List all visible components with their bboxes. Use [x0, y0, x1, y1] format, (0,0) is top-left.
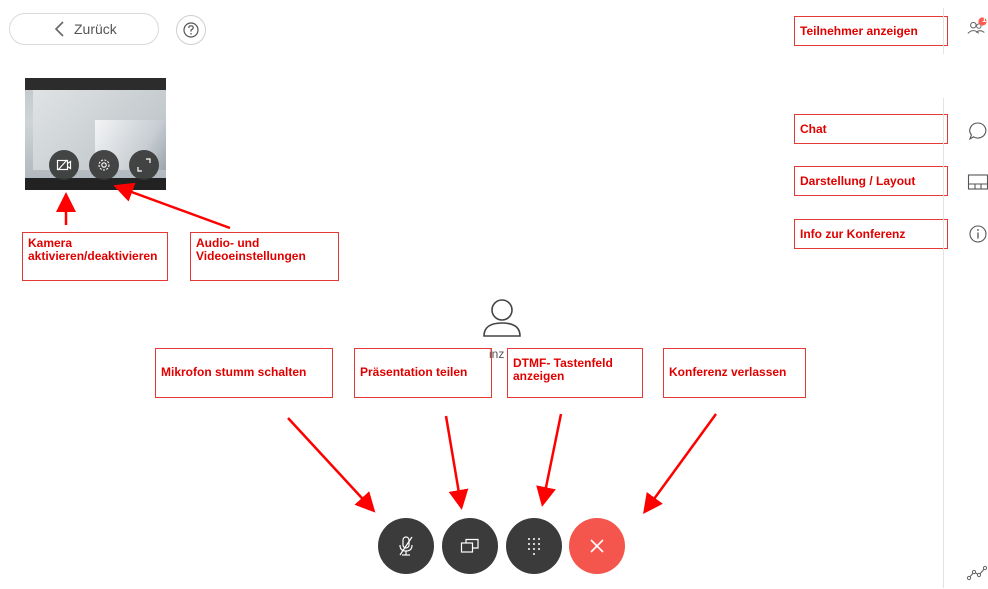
layout-icon	[967, 174, 988, 190]
keypad-icon	[528, 538, 540, 555]
arrow-av-settings	[113, 182, 231, 230]
statistics-icon	[966, 565, 988, 581]
expand-icon	[137, 158, 151, 172]
annotation-presentation: Präsentation teilen	[354, 348, 492, 398]
microphone-off-icon	[399, 536, 413, 556]
av-settings-button[interactable]	[89, 150, 119, 180]
share-screen-icon	[460, 538, 479, 553]
annotation-av-settings: Audio- und Videoeinstellungen	[190, 232, 339, 281]
fullscreen-button[interactable]	[129, 150, 159, 180]
annotation-info: Info zur Konferenz	[794, 219, 948, 249]
layout-button[interactable]	[967, 171, 988, 193]
back-button[interactable]: Zurück	[9, 13, 159, 45]
arrow-leave	[643, 413, 718, 515]
annotation-participants: Teilnehmer anzeigen	[794, 16, 948, 46]
arrow-presentation	[444, 415, 469, 510]
annotation-layout: Darstellung / Layout	[794, 166, 948, 196]
participant-avatar-icon	[483, 299, 521, 337]
camera-off-icon	[56, 159, 72, 171]
chevron-left-icon	[54, 21, 64, 37]
self-view-top-bar	[25, 78, 166, 90]
participant-name: inz	[489, 347, 505, 361]
annotation-mic: Mikrofon stumm schalten	[155, 348, 333, 398]
participants-badge: 1	[982, 15, 987, 24]
mute-microphone-button[interactable]	[378, 518, 434, 574]
camera-toggle-button[interactable]	[49, 150, 79, 180]
arrow-mic	[287, 417, 376, 513]
arrow-dtmf	[536, 413, 563, 507]
sidebar-divider	[943, 98, 944, 588]
annotation-leave: Konferenz verlassen	[663, 348, 806, 398]
question-circle-icon	[183, 22, 199, 38]
annotation-camera: Kamera aktivieren/deaktivieren	[22, 232, 168, 281]
annotation-chat: Chat	[794, 114, 948, 144]
dtmf-keypad-button[interactable]	[506, 518, 562, 574]
share-presentation-button[interactable]	[442, 518, 498, 574]
chat-bubble-icon	[968, 122, 987, 141]
chat-button[interactable]	[967, 120, 988, 142]
sidebar-divider-top	[943, 8, 944, 54]
help-button[interactable]	[176, 15, 206, 45]
info-icon	[969, 225, 987, 243]
conference-info-button[interactable]	[967, 223, 988, 245]
gear-icon	[98, 159, 110, 171]
show-participants-button[interactable]: 1	[966, 15, 988, 38]
leave-conference-button[interactable]	[569, 518, 625, 574]
close-icon	[590, 539, 604, 553]
annotation-dtmf: DTMF- Tastenfeld anzeigen	[507, 348, 643, 398]
statistics-button[interactable]	[966, 562, 988, 584]
back-label: Zurück	[74, 21, 117, 37]
